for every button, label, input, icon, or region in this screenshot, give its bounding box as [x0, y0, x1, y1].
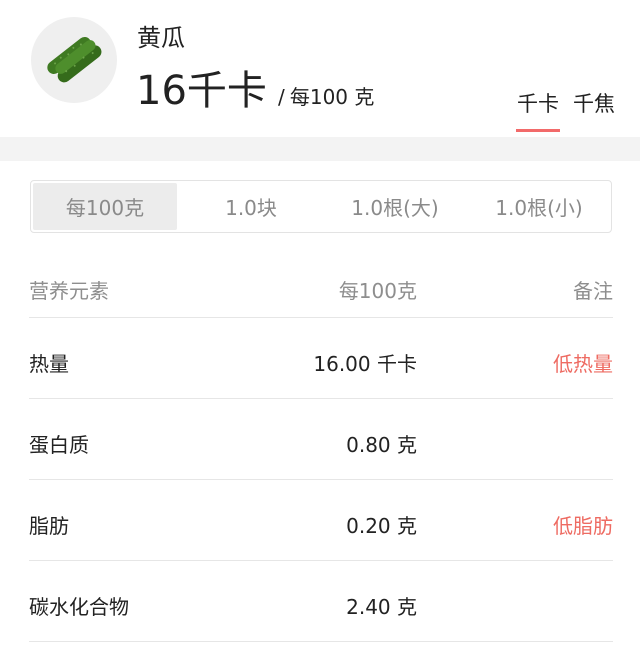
nutrition-table: 营养元素 每100克 备注 热量 16.00 千卡 低热量 蛋白质 0.80 克… [29, 258, 613, 642]
nutrient-amount: 16.00 千卡 [313, 352, 417, 376]
header-note: 备注 [573, 279, 613, 303]
food-name: 黄瓜 [137, 24, 185, 52]
header-amount: 每100克 [338, 279, 417, 303]
nutrient-name: 脂肪 [29, 514, 69, 538]
header-nutrient: 营养元素 [29, 279, 109, 303]
portion-option-piece[interactable]: 1.0块 [179, 181, 323, 232]
nutrient-name: 蛋白质 [29, 433, 89, 457]
energy-unit-tabs: 千卡 千焦 [516, 88, 615, 132]
calorie-summary: 16千卡 / 每100 克 [136, 58, 374, 116]
section-divider-band [0, 137, 640, 161]
tab-kj[interactable]: 千焦 [573, 88, 615, 132]
table-row: 蛋白质 0.80 克 [29, 399, 613, 480]
nutrient-note: 低热量 [553, 352, 613, 376]
nutrient-name: 碳水化合物 [29, 595, 129, 619]
per-separator: / [278, 85, 285, 109]
nutrient-name: 热量 [29, 352, 69, 376]
table-row: 脂肪 0.20 克 低脂肪 [29, 480, 613, 561]
portion-option-large[interactable]: 1.0根(大) [323, 181, 467, 232]
portion-option-small[interactable]: 1.0根(小) [467, 181, 611, 232]
cucumber-icon [31, 17, 117, 103]
table-row: 碳水化合物 2.40 克 [29, 561, 613, 642]
nutrient-amount: 0.20 克 [346, 514, 417, 538]
nutrient-amount: 2.40 克 [346, 595, 417, 619]
per-unit-label: 每100 克 [289, 85, 375, 109]
table-row: 热量 16.00 千卡 低热量 [29, 318, 613, 399]
portion-option-per-100g[interactable]: 每100克 [33, 183, 177, 230]
calorie-value: 16千卡 [136, 68, 267, 114]
portion-selector: 每100克 1.0块 1.0根(大) 1.0根(小) [30, 180, 612, 233]
tab-kcal[interactable]: 千卡 [516, 88, 560, 132]
table-header-row: 营养元素 每100克 备注 [29, 258, 613, 318]
nutrient-note: 低脂肪 [553, 514, 613, 538]
food-header: 黄瓜 16千卡 / 每100 克 千卡 千焦 [0, 0, 640, 138]
nutrient-amount: 0.80 克 [346, 433, 417, 457]
